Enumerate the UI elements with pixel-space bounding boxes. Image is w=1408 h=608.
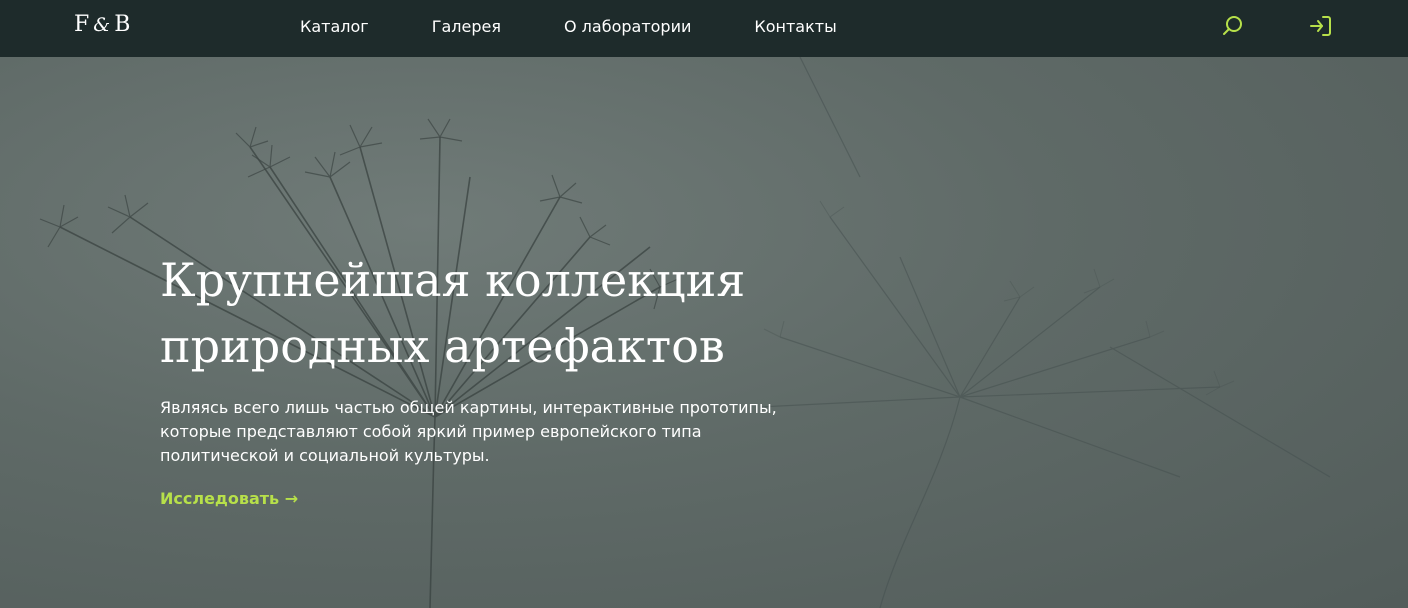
search-button[interactable] xyxy=(1221,14,1245,38)
logo[interactable]: F & B xyxy=(74,12,131,37)
hero-section: Крупнейшая коллекция природных артефакто… xyxy=(0,57,1408,608)
logo-letter-f: F xyxy=(74,12,91,37)
search-icon xyxy=(1223,16,1242,35)
logo-ampersand: & xyxy=(93,14,112,36)
explore-link[interactable]: Исследовать → xyxy=(160,489,298,508)
hero-title: Крупнейшая коллекция природных артефакто… xyxy=(160,253,746,373)
nav-item-gallery[interactable]: Галерея xyxy=(432,17,501,36)
login-icon xyxy=(1310,16,1331,36)
nav-item-catalog[interactable]: Каталог xyxy=(300,17,369,36)
login-button[interactable] xyxy=(1309,14,1333,38)
site-header: F & B Каталог Галерея О лаборатории Контак… xyxy=(0,0,1408,57)
logo-letter-b: B xyxy=(114,12,132,37)
nav-item-about-lab[interactable]: О лаборатории xyxy=(564,17,691,36)
hero-description: Являясь всего лишь частью общей картины,… xyxy=(160,398,777,465)
main-nav: Каталог Галерея О лаборатории Контакты xyxy=(300,17,837,36)
nav-item-contacts[interactable]: Контакты xyxy=(754,17,836,36)
